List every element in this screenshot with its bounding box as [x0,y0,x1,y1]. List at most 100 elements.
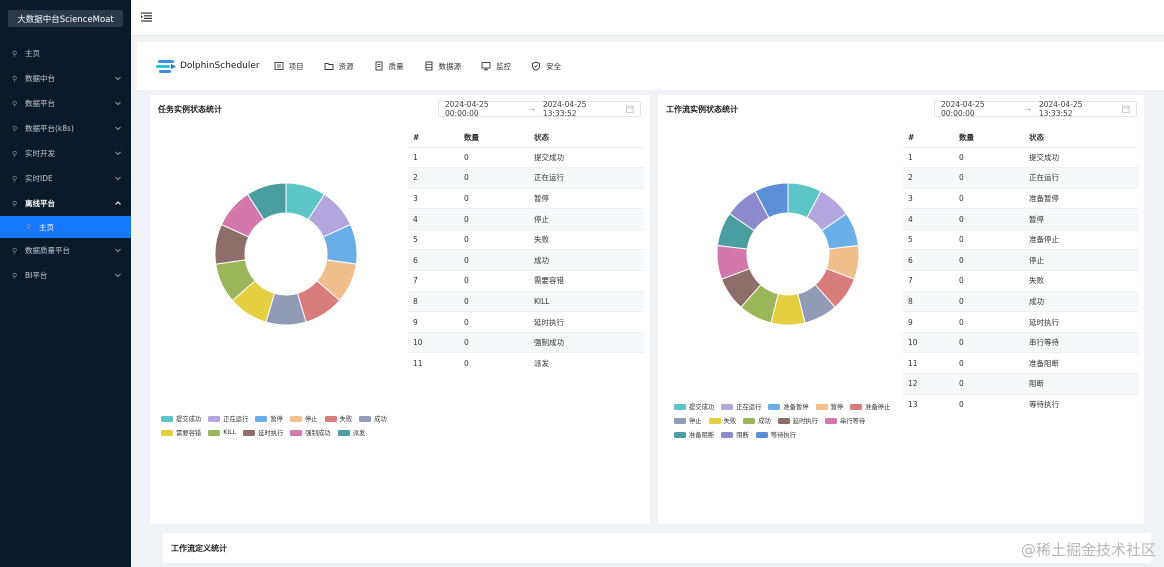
table-row: 130等待执行 [903,394,1139,415]
nav-tab-label: 安全 [546,61,561,72]
legend-item[interactable]: 暂停 [816,402,844,411]
row-index: 6 [408,250,464,271]
task-date-range[interactable]: 2024-04-25 00:00:00 → 2024-04-25 13:33:5… [438,101,641,117]
legend-item[interactable]: 准备阻断 [674,430,714,439]
folder-icon [324,61,334,71]
legend-item[interactable]: 延时执行 [778,416,818,425]
row-count: 0 [464,209,534,230]
legend-item[interactable]: 阻断 [721,430,749,439]
legend-item[interactable]: 等待执行 [756,430,796,439]
chevron-down-icon [114,174,122,182]
column-header-status: 状态 [1029,128,1139,147]
row-status: KILL [534,291,644,312]
legend-swatch [674,418,686,424]
legend-item[interactable]: 延时执行 [243,428,283,437]
legend-label: 失败 [724,416,737,425]
legend-item[interactable]: KILL [208,428,236,437]
workflow-definition-panel: 工作流定义统计 [163,533,1151,563]
nav-tab-0[interactable]: 项目 [274,42,304,90]
sidebar-item-6[interactable]: ⚲离线平台 [0,191,131,216]
legend-swatch [255,416,267,422]
workflow-date-start[interactable]: 2024-04-25 00:00:00 [941,100,1017,118]
sidebar-item-0[interactable]: ⚲主页 [0,41,131,66]
legend-item[interactable]: 正在运行 [721,402,761,411]
sidebar-item-5[interactable]: ⚲实时IDE [0,166,131,191]
legend-item[interactable]: 提交成功 [674,402,714,411]
sidebar-item-3[interactable]: ⚲数据平台(k8s) [0,116,131,141]
workflow-date-end[interactable]: 2024-04-25 13:33:52 [1039,100,1115,118]
legend-swatch [674,404,686,410]
task-chart-legend: 提交成功正在运行 暂停停止失败成功需要容错 KILL 延时执行强制成功派发 [161,414,401,437]
dolphin-logo[interactable]: DolphinScheduler [155,56,260,76]
workflow-status-table: # 数量 状态 10提交成功20正在运行30准备暂停40暂停50准备停止60停止… [903,128,1139,415]
sidebar-item-4[interactable]: ⚲实时开发 [0,141,131,166]
row-index: 5 [408,229,464,250]
sidebar-item-9[interactable]: ⚲ BI平台 [0,263,131,288]
legend-item[interactable]: 成功 [743,416,771,425]
legend-item[interactable]: 正在运行 [208,414,248,423]
row-status: 准备阻断 [1029,353,1139,374]
table-row: 60成功 [408,250,644,271]
row-status: 正在运行 [1029,168,1139,189]
legend-swatch [161,430,173,436]
legend-item[interactable]: 停止 [674,416,702,425]
sidebar-item-1[interactable]: ⚲数据中台 [0,66,131,91]
legend-item[interactable]: 成功 [359,414,387,423]
legend-swatch [743,418,755,424]
legend-item[interactable]: 提交成功 [161,414,201,423]
calendar-icon[interactable] [1122,105,1130,113]
legend-item[interactable]: 失败 [709,416,737,425]
legend-item[interactable]: 准备停止 [850,402,890,411]
workflow-date-range[interactable]: 2024-04-25 00:00:00 → 2024-04-25 13:33:5… [934,101,1137,117]
nav-tab-1[interactable]: 资源 [324,42,354,90]
nav-tab-label: 监控 [496,61,511,72]
legend-item[interactable]: 停止 [290,414,318,423]
legend-item[interactable]: 派发 [338,428,366,437]
legend-swatch [243,430,255,436]
sidebar-item-label: BI平台 [25,270,47,281]
legend-item[interactable]: 准备暂停 [768,402,808,411]
legend-item[interactable]: 暂停 [255,414,283,423]
table-row: 10提交成功 [408,147,644,168]
legend-swatch [338,430,350,436]
legend-item[interactable]: 失败 [325,414,353,423]
nav-tab-4[interactable]: 监控 [481,42,511,90]
nav-tab-5[interactable]: 安全 [531,42,561,90]
legend-label: 需要容错 [176,428,201,437]
legend-label: 成功 [758,416,771,425]
table-row: 90延时执行 [903,312,1139,333]
row-status: 成功 [1029,291,1139,312]
legend-label: 暂停 [270,414,283,423]
row-status: 准备停止 [1029,229,1139,250]
link-icon: ⚲ [26,223,34,231]
row-status: 派发 [534,353,644,374]
legend-item[interactable]: 强制成功 [290,428,330,437]
nav-tab-3[interactable]: 数据源 [424,42,462,90]
task-date-start[interactable]: 2024-04-25 00:00:00 [445,100,521,118]
task-date-end[interactable]: 2024-04-25 13:33:52 [543,100,619,118]
calendar-icon[interactable] [626,105,634,113]
legend-item[interactable]: 需要容错 [161,428,201,437]
row-count: 0 [464,271,534,292]
sidebar-item-7[interactable]: ⚲主页 [0,216,131,238]
dolphin-header: DolphinScheduler 项目资源质量数据源 监控 安全 [137,42,1164,90]
row-index: 5 [903,229,959,250]
row-index: 9 [903,312,959,333]
monitor-icon [481,61,491,71]
nav-tab-2[interactable]: 质量 [374,42,404,90]
row-count: 0 [959,271,1029,292]
brand-title[interactable]: 大数据中台ScienceMoat [8,10,123,27]
legend-item[interactable]: 串行等待 [825,416,865,425]
table-row: 80KILL [408,291,644,312]
link-icon: ⚲ [12,272,20,280]
legend-swatch [290,430,302,436]
sidebar-item-label: 离线平台 [25,198,55,209]
sidebar-item-2[interactable]: ⚲数据平台 [0,91,131,116]
legend-swatch [290,416,302,422]
row-count: 0 [959,353,1029,374]
sidebar-item-8[interactable]: ⚲数据质量平台 [0,238,131,263]
row-index: 1 [903,147,959,168]
legend-label: 阻断 [736,430,749,439]
chevron-up-icon [114,199,122,207]
menu-toggle-icon[interactable] [141,12,152,22]
